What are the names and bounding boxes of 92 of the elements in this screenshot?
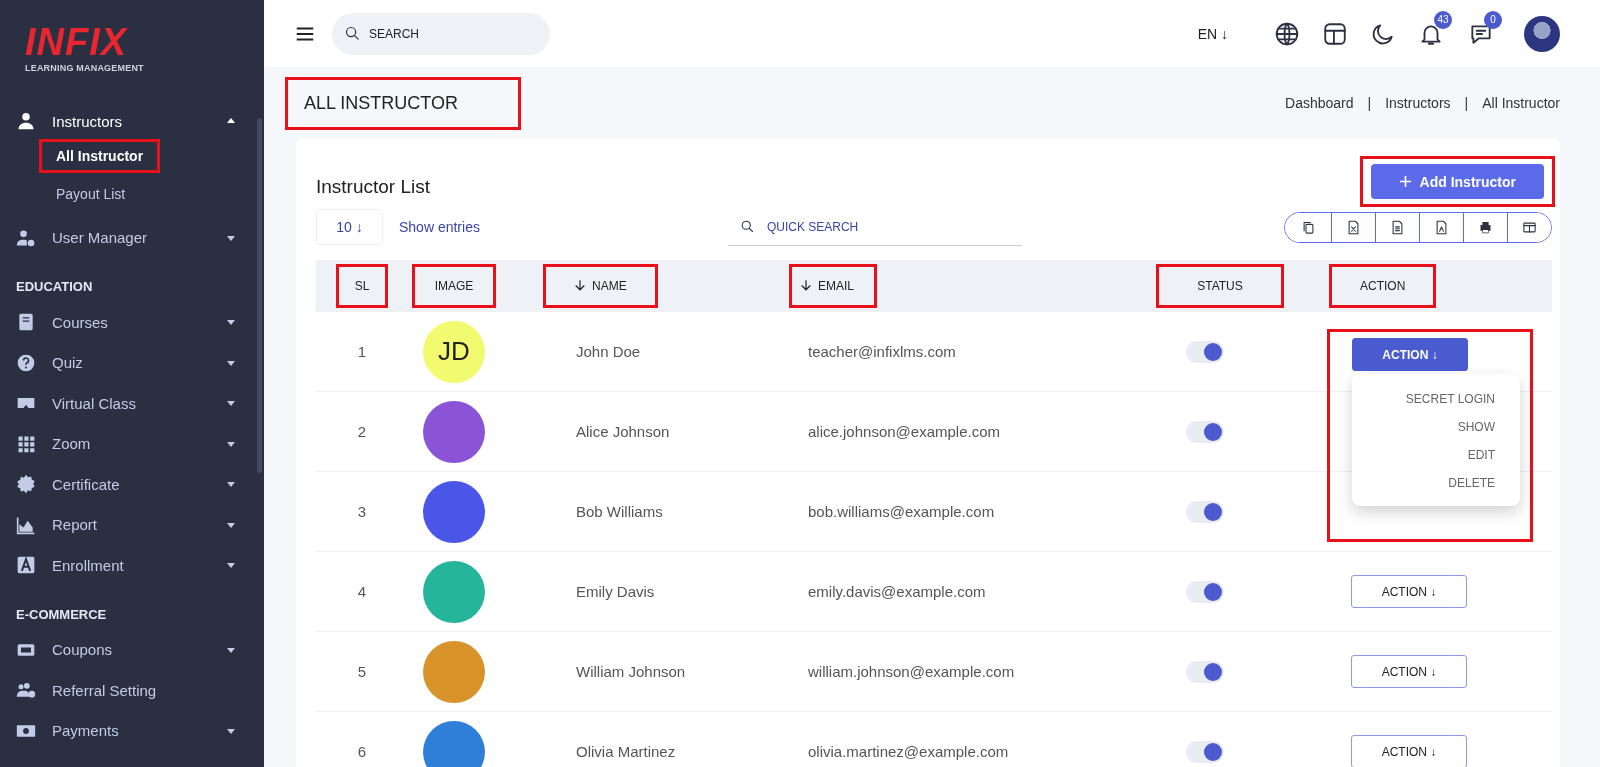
question-icon bbox=[16, 352, 36, 373]
badge-icon bbox=[16, 474, 36, 495]
status-toggle[interactable] bbox=[1186, 420, 1224, 443]
action-button[interactable]: ACTION ↓ bbox=[1351, 575, 1467, 608]
spreadsheet-icon[interactable] bbox=[1346, 219, 1361, 235]
table-cell: emily.davis@example.com bbox=[808, 583, 986, 600]
add-instructor-button[interactable]: Add Instructor bbox=[1370, 164, 1544, 199]
status-toggle[interactable] bbox=[1186, 740, 1224, 763]
table-cell: 3 bbox=[357, 503, 367, 520]
status-toggle[interactable] bbox=[1186, 660, 1224, 683]
section-heading: E-COMMERCE bbox=[15, 605, 108, 624]
column-header[interactable]: NAME bbox=[544, 264, 657, 307]
sidebar-item[interactable]: Certificate bbox=[0, 464, 264, 505]
sidebar-item[interactable]: Enrollment bbox=[0, 545, 264, 586]
logo-subtitle: LEARNING MANAGEMENT bbox=[25, 63, 145, 73]
breadcrumb-link[interactable]: Instructors bbox=[1385, 95, 1451, 111]
column-header: STATUS bbox=[1157, 264, 1283, 307]
breadcrumb-link[interactable]: Dashboard bbox=[1285, 95, 1354, 111]
action-button[interactable]: ACTION ↓ bbox=[1351, 655, 1467, 688]
sidebar-item[interactable]: Virtual Class bbox=[0, 383, 264, 424]
status-toggle[interactable] bbox=[1186, 500, 1224, 523]
table-cell: 1 bbox=[357, 343, 367, 360]
avatar-initials: JD bbox=[423, 320, 485, 383]
logo-title: INFIX bbox=[25, 24, 129, 60]
table-cell: 5 bbox=[357, 663, 367, 680]
sort-arrow-icon bbox=[574, 279, 586, 292]
pdf-file-icon[interactable] bbox=[1434, 219, 1449, 235]
menu-item[interactable]: SHOW bbox=[1457, 420, 1495, 434]
table-cell: olivia.martinez@example.com bbox=[808, 743, 1009, 760]
search-field[interactable]: SEARCH bbox=[332, 12, 550, 55]
sidebar-item[interactable]: Instructors bbox=[0, 101, 264, 142]
menu-item[interactable]: EDIT bbox=[1467, 448, 1495, 462]
scrollbar-thumb[interactable] bbox=[257, 118, 262, 473]
status-toggle[interactable] bbox=[1186, 580, 1224, 603]
page-title: ALL INSTRUCTOR bbox=[288, 79, 519, 127]
breadcrumb-separator: | bbox=[1367, 95, 1372, 111]
sort-arrow-icon bbox=[800, 279, 812, 292]
book-icon bbox=[16, 312, 36, 333]
table-cell: John Doe bbox=[576, 343, 641, 360]
sidebar-item[interactable]: User Manager bbox=[0, 217, 264, 258]
submenu-item[interactable]: Payout List bbox=[42, 179, 140, 208]
menu-item[interactable]: SECRET LOGIN bbox=[1405, 392, 1495, 406]
letter-a-icon bbox=[16, 555, 36, 576]
table-cell: Alice Johnson bbox=[576, 423, 670, 440]
sidebar-item[interactable]: Payments bbox=[0, 710, 264, 751]
table-cell: 4 bbox=[357, 583, 367, 600]
sidebar-item[interactable]: Courses bbox=[0, 302, 264, 343]
breadcrumb-separator: | bbox=[1464, 95, 1469, 111]
table-cell: Emily Davis bbox=[576, 583, 655, 600]
entries-select[interactable]: 10 ↓ bbox=[316, 209, 383, 245]
table-cell: William Johnson bbox=[576, 663, 686, 680]
action-button[interactable]: ACTION ↓ bbox=[1352, 338, 1468, 371]
column-header[interactable]: EMAIL bbox=[790, 264, 876, 307]
section-heading: EDUCATION bbox=[15, 278, 94, 296]
avatar[interactable] bbox=[1524, 15, 1560, 52]
breadcrumb-link[interactable]: All Instructor bbox=[1482, 95, 1560, 111]
sidebar-item[interactable]: Referral Setting bbox=[0, 670, 264, 711]
sidebar-item[interactable]: Coupons bbox=[0, 629, 264, 670]
language-selector[interactable]: EN ↓ bbox=[1191, 24, 1234, 43]
entries-label: Show entries bbox=[399, 219, 480, 235]
column-header: IMAGE bbox=[412, 264, 496, 307]
sidebar-item[interactable]: Report bbox=[0, 504, 264, 545]
table-cell: Olivia Martinez bbox=[576, 743, 676, 760]
table-cell: 2 bbox=[357, 423, 367, 440]
message-count: 0 bbox=[1484, 10, 1502, 29]
layout-icon[interactable] bbox=[1322, 20, 1348, 47]
table-cell: Bob Williams bbox=[576, 503, 663, 520]
column-header: ACTION bbox=[1330, 264, 1436, 307]
photo-placeholder bbox=[423, 720, 485, 767]
globe-icon[interactable] bbox=[1274, 20, 1300, 47]
notification-count: 43 bbox=[1434, 10, 1452, 29]
document-icon[interactable] bbox=[1390, 219, 1405, 235]
person-icon bbox=[16, 111, 36, 132]
copy-icon[interactable] bbox=[1300, 219, 1316, 235]
plus-icon bbox=[1398, 175, 1412, 188]
columns-icon[interactable] bbox=[1522, 219, 1537, 235]
sidebar-item[interactable]: Quiz bbox=[0, 342, 264, 383]
table-cell: alice.johnson@example.com bbox=[808, 423, 1000, 440]
search-icon bbox=[344, 24, 361, 42]
action-button[interactable]: ACTION ↓ bbox=[1351, 735, 1467, 767]
search-icon bbox=[739, 219, 755, 234]
menu-item[interactable]: DELETE bbox=[1448, 476, 1495, 490]
card-title: Instructor List bbox=[316, 175, 431, 198]
column-header: SL bbox=[336, 264, 388, 307]
status-toggle[interactable] bbox=[1186, 340, 1224, 363]
print-icon[interactable] bbox=[1478, 219, 1493, 235]
table-cell: bob.williams@example.com bbox=[808, 503, 995, 520]
table-cell: teacher@infixlms.com bbox=[808, 343, 956, 360]
table-cell: william.johnson@example.com bbox=[808, 663, 1015, 680]
sidebar-item[interactable]: Zoom bbox=[0, 423, 264, 464]
table-cell: 6 bbox=[357, 743, 367, 760]
submenu-item[interactable]: All Instructor bbox=[42, 141, 158, 170]
